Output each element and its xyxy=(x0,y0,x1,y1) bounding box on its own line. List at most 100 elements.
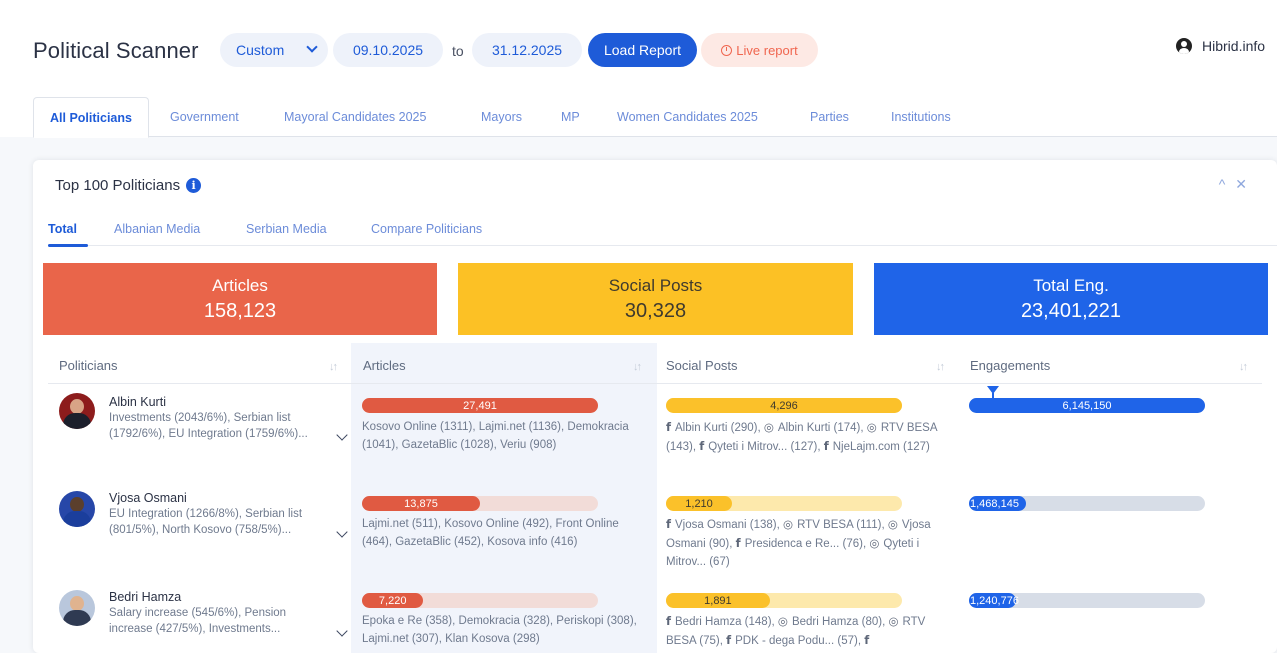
sort-icon[interactable]: ↓↑ xyxy=(936,361,945,373)
politician-topics: Salary increase (545/6%), Pension increa… xyxy=(109,607,287,635)
articles-bar-track: 27,491 xyxy=(362,398,598,413)
politician-topics: EU Integration (1266/8%), Serbian list (… xyxy=(109,508,303,536)
social-source: Presidenca e Re... (76), xyxy=(744,538,870,550)
load-report-button[interactable]: Load Report xyxy=(588,33,697,67)
panel-title: Top 100 Politicians i xyxy=(55,177,202,194)
date-from-field[interactable]: 09.10.2025 xyxy=(333,33,443,67)
tab-all-politicians[interactable]: All Politicians xyxy=(33,97,149,138)
column-header-articles[interactable]: Articles xyxy=(363,358,406,373)
top-politicians-panel: Top 100 Politicians i ^ ✕ Total Albanian… xyxy=(33,160,1277,653)
politician-topics: Investments (2043/6%), Serbian list (179… xyxy=(109,412,308,440)
politician-name[interactable]: Albin Kurti xyxy=(109,395,166,409)
articles-bar-track: 7,220 xyxy=(362,593,598,608)
expand-chevron-icon[interactable] xyxy=(336,526,348,538)
social-bar-track: 1,210 xyxy=(666,496,902,511)
articles-stat-card: Articles 158,123 xyxy=(43,263,437,335)
facebook-icon: f xyxy=(864,633,870,647)
date-to-field[interactable]: 31.12.2025 xyxy=(472,33,582,67)
avatar xyxy=(59,491,95,527)
social-source: NjeLajm.com (127) xyxy=(832,441,930,453)
tab-women-candidates-2025[interactable]: Women Candidates 2025 xyxy=(617,97,758,137)
engagement-bar: 6,145,150 xyxy=(969,398,1205,413)
live-report-label: Live report xyxy=(736,42,798,58)
engagement-stat-value: 23,401,221 xyxy=(1020,299,1122,322)
social-posts-bar: 1,210 xyxy=(666,496,733,511)
tab-albanian-media[interactable]: Albanian Media xyxy=(114,222,200,236)
instagram-icon: ◎ xyxy=(777,614,792,628)
social-source: Qyteti i Mitrov... (127), xyxy=(708,441,824,453)
social-bar-track: 1,891 xyxy=(666,593,902,608)
social-posts-stat-card: Social Posts 30,328 xyxy=(458,263,853,335)
collapse-icon[interactable]: ^ xyxy=(1219,176,1226,193)
social-sources: f Bedri Hamza (148), ◎ Bedri Hamza (80),… xyxy=(666,612,941,650)
instagram-icon: ◎ xyxy=(866,420,881,434)
column-header-engagements[interactable]: Engagements xyxy=(970,358,1050,373)
sub-tabs: Total Albanian Media Serbian Media Compa… xyxy=(48,220,1277,247)
social-source: Albin Kurti (174), xyxy=(777,422,867,434)
avatar xyxy=(59,393,95,429)
instagram-icon: ◎ xyxy=(783,517,798,531)
articles-stat-value: 158,123 xyxy=(203,299,277,322)
sort-icon[interactable]: ↓↑ xyxy=(633,361,642,373)
tab-mayoral-candidates-2025[interactable]: Mayoral Candidates 2025 xyxy=(284,97,426,137)
engagement-bar: 1,240,776 xyxy=(969,593,1019,608)
articles-bar-track: 13,875 xyxy=(362,496,598,511)
user-name: Hibrid.info xyxy=(1202,38,1266,54)
column-header-social-posts[interactable]: Social Posts xyxy=(666,358,738,373)
app-title: Political Scanner xyxy=(33,38,199,63)
social-source: RTV BESA (111), xyxy=(797,519,888,531)
social-source: Bedri Hamza (80), xyxy=(791,616,889,628)
to-label: to xyxy=(452,43,464,59)
instagram-icon: ◎ xyxy=(888,614,903,628)
tab-total[interactable]: Total xyxy=(48,222,77,236)
range-select-value: Custom xyxy=(236,42,285,58)
social-sources: f Albin Kurti (290), ◎ Albin Kurti (174)… xyxy=(666,418,941,456)
facebook-icon: f xyxy=(666,614,676,628)
articles-sources: Kosovo Online (1311), Lajmi.net (1136), … xyxy=(362,421,629,451)
politician-name[interactable]: Bedri Hamza xyxy=(109,590,181,604)
avatar xyxy=(59,590,95,626)
close-icon[interactable]: ✕ xyxy=(1235,176,1247,193)
social-source: Bedri Hamza (148), xyxy=(675,616,778,628)
chevron-down-icon xyxy=(306,41,318,53)
politician-name[interactable]: Vjosa Osmani xyxy=(109,491,187,505)
instagram-icon: ◎ xyxy=(869,536,884,550)
sort-icon[interactable]: ↓↑ xyxy=(1239,361,1248,373)
panel-title-text: Top 100 Politicians xyxy=(55,177,181,194)
tab-institutions[interactable]: Institutions xyxy=(891,97,951,137)
range-select[interactable]: Custom xyxy=(220,33,328,67)
live-report-button[interactable]: Live report xyxy=(701,33,818,67)
social-posts-stat-value: 30,328 xyxy=(624,299,687,322)
category-tabs: All Politicians Government Mayoral Candi… xyxy=(33,97,1277,138)
engagement-stat-card: Total Eng. 23,401,221 xyxy=(874,263,1268,335)
tab-government[interactable]: Government xyxy=(170,97,239,137)
expand-chevron-icon[interactable] xyxy=(336,625,348,637)
tab-mp[interactable]: MP xyxy=(561,97,580,137)
facebook-icon: f xyxy=(823,439,833,453)
social-posts-stat-label: Social Posts xyxy=(608,275,703,295)
column-header-politicians[interactable]: Politicians xyxy=(59,358,118,373)
info-icon[interactable]: i xyxy=(186,178,202,193)
articles-bar: 7,220 xyxy=(362,593,424,608)
engagement-bar-track: 6,145,150 xyxy=(969,398,1205,413)
tab-compare-politicians[interactable]: Compare Politicians xyxy=(371,222,482,236)
articles-bar: 27,491 xyxy=(362,398,598,413)
expand-chevron-icon[interactable] xyxy=(336,429,348,441)
articles-sources: Lajmi.net (511), Kosovo Online (492), Fr… xyxy=(362,518,619,548)
top-bar: Political Scanner Custom 09.10.2025 to 3… xyxy=(0,0,1277,100)
engagement-bar: 1,468,145 xyxy=(969,496,1026,511)
social-source: PDK - dega Podu... (57), xyxy=(735,635,865,647)
articles-sources: Epoka e Re (358), Demokracia (328), Peri… xyxy=(362,615,637,645)
facebook-icon: f xyxy=(726,633,736,647)
facebook-icon: f xyxy=(735,536,745,550)
tab-mayors[interactable]: Mayors xyxy=(481,97,522,137)
tab-parties[interactable]: Parties xyxy=(810,97,849,137)
tab-serbian-media[interactable]: Serbian Media xyxy=(246,222,327,236)
header-divider xyxy=(48,383,1262,384)
social-bar-track: 4,296 xyxy=(666,398,902,413)
instagram-icon: ◎ xyxy=(763,420,778,434)
user-menu[interactable]: Hibrid.info xyxy=(1176,38,1265,54)
sort-icon[interactable]: ↓↑ xyxy=(329,361,338,373)
clock-icon xyxy=(721,44,733,56)
articles-stat-label: Articles xyxy=(212,275,268,295)
